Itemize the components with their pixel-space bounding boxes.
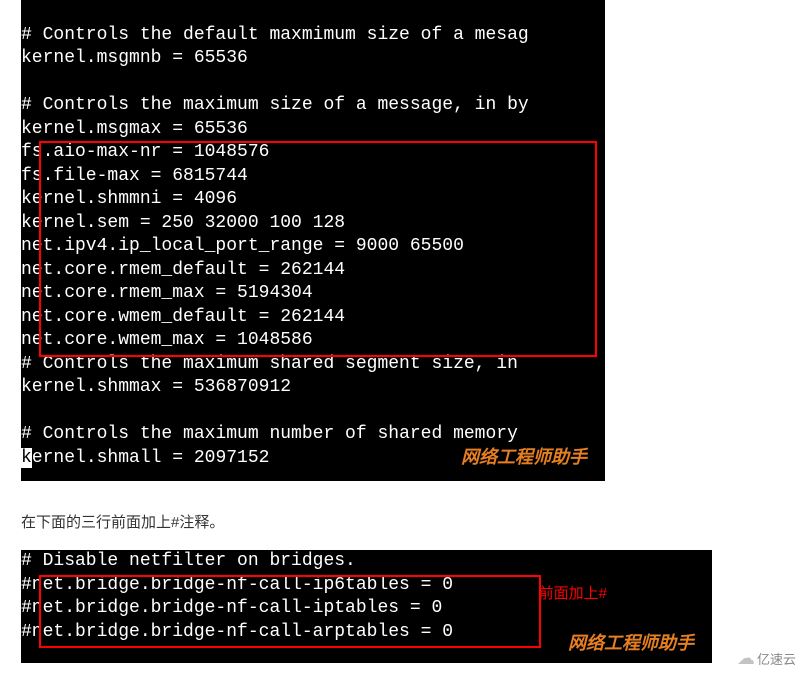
code-line: fs.aio-max-nr = 1048576 <box>21 142 269 162</box>
code-line: net.core.rmem_max = 5194304 <box>21 283 313 303</box>
code-line: #net.bridge.bridge-nf-call-arptables = 0 <box>21 622 453 642</box>
terminal-block-1: # Controls the default maxmimum size of … <box>21 0 605 481</box>
code-line-part: ernel.shmall = 2097152 <box>32 448 270 468</box>
code-line: kernel.shmmax = 536870912 <box>21 377 291 397</box>
terminal-block-2: # Disable netfilter on bridges. #net.bri… <box>21 550 712 663</box>
code-line: net.ipv4.ip_local_port_range = 9000 6550… <box>21 236 464 256</box>
brand-text: 亿速云 <box>757 649 796 668</box>
brand-logo: ☁ 亿速云 <box>737 648 796 669</box>
code-line: net.core.rmem_default = 262144 <box>21 260 345 280</box>
code-line: kernel.shmmni = 4096 <box>21 189 237 209</box>
code-line: fs.file-max = 6815744 <box>21 166 248 186</box>
watermark-text: 网络工程师助手 <box>461 446 587 470</box>
code-line: #net.bridge.bridge-nf-call-ip6tables = 0 <box>21 575 453 595</box>
code-line: # Controls the default maxmimum size of … <box>21 25 529 45</box>
cursor-char: k <box>21 448 32 468</box>
code-line: # Disable netfilter on bridges. <box>21 551 356 571</box>
cloud-icon: ☁ <box>737 648 755 669</box>
instruction-text: 在下面的三行前面加上#注释。 <box>21 511 810 532</box>
code-line: #net.bridge.bridge-nf-call-iptables = 0 <box>21 598 442 618</box>
code-line-part: # Controls the maximum number o <box>21 424 356 444</box>
code-line: # Controls the maximum shared segment si… <box>21 354 518 374</box>
code-line: # Controls the maximum size of a message… <box>21 95 529 115</box>
code-line: kernel.msgmax = 65536 <box>21 119 248 139</box>
watermark-text: 网络工程师助手 <box>568 632 694 656</box>
code-line-overlap: f shared memory <box>356 424 518 444</box>
code-line: net.core.wmem_max = 1048586 <box>21 330 313 350</box>
code-line: net.core.wmem_default = 262144 <box>21 307 345 327</box>
red-annotation: 前面加上# <box>539 582 607 606</box>
code-line: kernel.msgmnb = 65536 <box>21 48 248 68</box>
code-line: kernel.sem = 250 32000 100 128 <box>21 213 345 233</box>
